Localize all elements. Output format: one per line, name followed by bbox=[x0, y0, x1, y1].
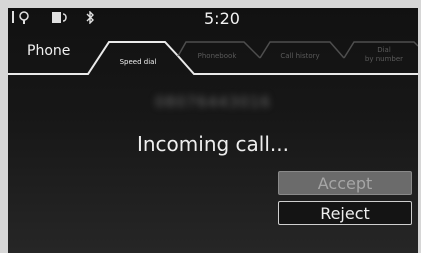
status-bar: 5:20 bbox=[8, 8, 418, 34]
page-title: Phone bbox=[27, 43, 71, 59]
tab-dial-label-line2: by number bbox=[365, 55, 403, 63]
phone-screen: 5:20 Speed dial Phonebook Call history D… bbox=[8, 8, 418, 253]
antenna-icon bbox=[10, 11, 16, 26]
tab-dial-label: Dial bbox=[377, 46, 391, 54]
caller-number: 08076443016 bbox=[155, 93, 271, 111]
phone-battery-icon bbox=[52, 11, 68, 27]
tab-dial-by-number[interactable]: Dial by number bbox=[365, 46, 403, 63]
tab-call-history-label: Call history bbox=[280, 52, 319, 60]
tab-speed-dial[interactable]: Speed dial bbox=[120, 58, 157, 66]
clock: 5:20 bbox=[204, 9, 240, 28]
tab-speed-dial-label: Speed dial bbox=[120, 58, 157, 66]
headset-icon bbox=[18, 11, 30, 28]
tab-call-history[interactable]: Call history bbox=[280, 52, 319, 60]
incoming-call-text: Incoming call... bbox=[136, 132, 289, 156]
tab-phonebook-label: Phonebook bbox=[198, 52, 238, 60]
accept-button[interactable]: Accept bbox=[278, 171, 412, 195]
reject-button[interactable]: Reject bbox=[278, 201, 412, 225]
bluetooth-icon bbox=[85, 10, 97, 27]
tab-phonebook[interactable]: Phonebook bbox=[198, 52, 238, 60]
